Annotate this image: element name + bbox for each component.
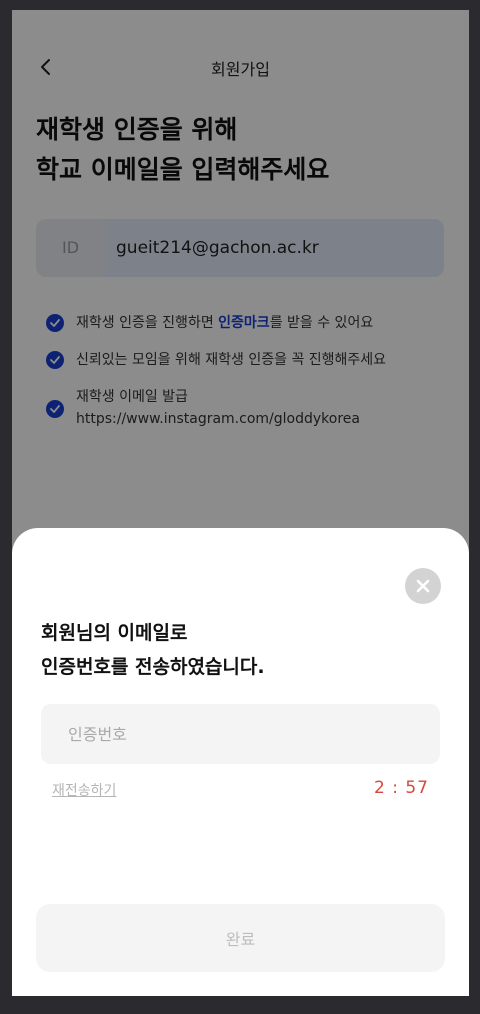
verification-bottom-sheet: 회원님의 이메일로 인증번호를 전송하였습니다. 재전송하기 2 : 57 완료 bbox=[12, 528, 469, 996]
resend-link[interactable]: 재전송하기 bbox=[52, 780, 116, 800]
signup-screen: 회원가입 재학생 인증을 위해 학교 이메일을 입력해주세요 ID 재학생 인증… bbox=[12, 10, 469, 996]
sheet-title: 회원님의 이메일로 인증번호를 전송하였습니다. bbox=[41, 616, 265, 684]
sheet-title-line-1: 회원님의 이메일로 bbox=[41, 622, 188, 644]
close-button[interactable] bbox=[405, 568, 441, 604]
close-icon bbox=[416, 579, 430, 593]
verification-code-input[interactable] bbox=[41, 704, 440, 764]
done-button[interactable]: 완료 bbox=[36, 904, 445, 972]
countdown-timer: 2 : 57 bbox=[374, 778, 429, 798]
sheet-title-line-2: 인증번호를 전송하였습니다. bbox=[41, 656, 265, 678]
